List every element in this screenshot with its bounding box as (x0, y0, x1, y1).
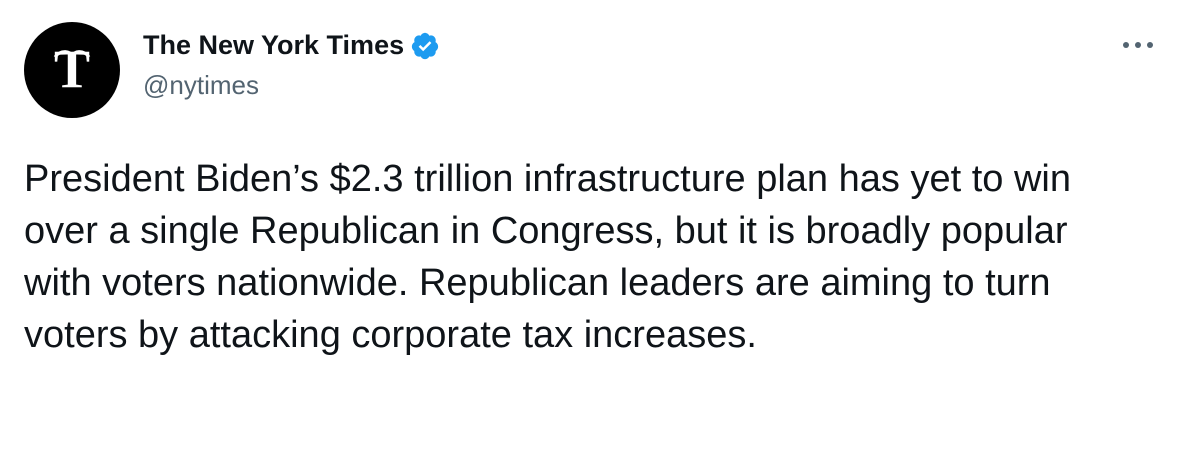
author-name-row[interactable]: The New York Times (143, 28, 440, 62)
verified-badge-icon (410, 31, 440, 61)
nyt-logo-icon: T (53, 39, 91, 99)
author-handle[interactable]: @nytimes (143, 69, 259, 101)
display-name[interactable]: The New York Times (143, 28, 404, 62)
tweet-card: T The New York Times @nytimes President … (0, 0, 1180, 450)
more-options-button[interactable] (1118, 30, 1158, 60)
more-options-icon (1123, 42, 1153, 48)
tweet-text: President Biden’s $2.3 trillion infrastr… (24, 158, 1071, 356)
svg-text:T: T (54, 39, 90, 99)
avatar[interactable]: T (24, 22, 120, 118)
